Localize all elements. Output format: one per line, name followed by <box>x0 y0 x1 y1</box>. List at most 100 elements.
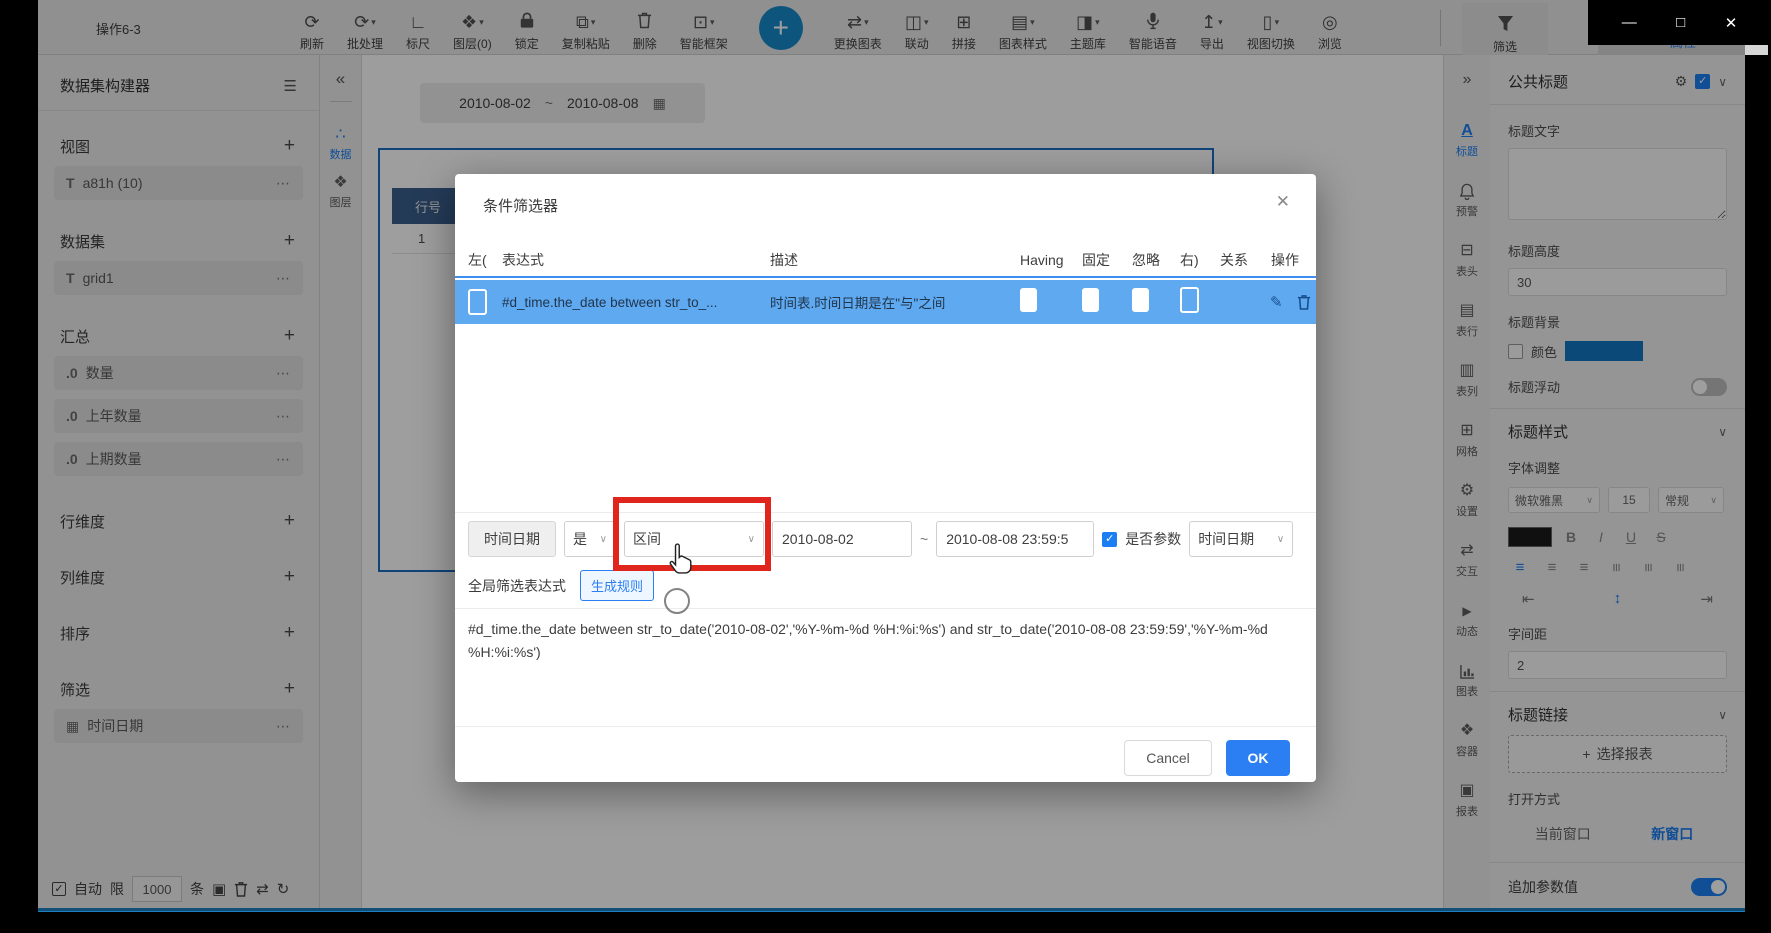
strip-item-grid[interactable]: ⊞ 网格 <box>1456 421 1478 459</box>
add-view-button[interactable]: + <box>758 6 803 50</box>
close-window-button[interactable]: ✕ <box>1725 14 1738 32</box>
title-link-header[interactable]: 标题链接 ∨ <box>1508 704 1727 725</box>
tab-global-expression[interactable]: 全局筛选表达式 <box>468 576 566 596</box>
tab-right-icon[interactable]: ⇥ <box>1700 590 1713 608</box>
strip-item-alert[interactable]: 预警 <box>1456 181 1478 219</box>
copy-paste-button[interactable]: ⧉ ▾ 复制粘贴 <box>562 4 610 52</box>
delete-row-icon[interactable] <box>1297 293 1311 311</box>
collapse-menu-icon[interactable]: ☰ <box>284 77 297 95</box>
filter-item-datetime[interactable]: ▦ 时间日期 ⋯ <box>54 709 303 743</box>
font-family-select[interactable]: 微软雅黑 ∨ <box>1508 487 1600 513</box>
add-col-dim-icon[interactable]: + <box>284 566 295 588</box>
append-param-toggle[interactable] <box>1691 878 1727 896</box>
add-dataset-icon[interactable]: + <box>284 230 295 252</box>
strip-tab-data[interactable]: ∴ 数据 <box>330 124 352 162</box>
export-button[interactable]: ↥ ▾ 导出 <box>1200 4 1224 52</box>
more-icon[interactable]: ⋯ <box>276 408 291 425</box>
add-sort-icon[interactable]: + <box>284 622 295 644</box>
more-icon[interactable]: ⋯ <box>276 718 291 735</box>
operator-select[interactable]: 是 ∨ <box>564 521 616 557</box>
cancel-button[interactable]: Cancel <box>1124 740 1212 776</box>
font-color-swatch[interactable] <box>1508 527 1552 547</box>
title-text-input[interactable] <box>1508 148 1727 220</box>
tab-left-icon[interactable]: ⇤ <box>1522 590 1535 608</box>
measure-item-lastyear[interactable]: .0 上年数量 ⋯ <box>54 399 303 433</box>
change-chart-button[interactable]: ⇄ ▾ 更换图表 <box>834 4 882 52</box>
title-height-input[interactable] <box>1508 268 1727 296</box>
layers-button[interactable]: ❖ ▾ 图层(0) <box>453 4 492 52</box>
having-checkbox[interactable] <box>1020 287 1037 312</box>
title-style-header[interactable]: 标题样式 ∨ <box>1508 421 1727 442</box>
strip-item-table-header[interactable]: ⊟ 表头 <box>1456 241 1478 279</box>
bold-button[interactable]: B <box>1560 529 1582 545</box>
maximize-button[interactable]: □ <box>1676 14 1685 31</box>
vertical-center-icon[interactable]: ↕ <box>1614 590 1622 608</box>
edit-icon[interactable]: ✎ <box>1270 293 1283 311</box>
reload-icon[interactable]: ↻ <box>277 880 290 898</box>
strip-item-report[interactable]: ▣ 报表 <box>1456 781 1478 819</box>
gear-icon[interactable]: ⚙ <box>1675 73 1688 90</box>
tab-generate-rule[interactable]: 生成规则 <box>580 570 655 601</box>
tab-filter[interactable]: 筛选 <box>1462 3 1548 55</box>
select-report-button[interactable]: + 选择报表 <box>1508 735 1727 773</box>
align-center-button[interactable]: ≡ <box>1540 559 1564 576</box>
align-left-button[interactable]: ≡ <box>1508 559 1532 576</box>
ruler-button[interactable]: ∟ 标尺 <box>406 4 430 52</box>
add-view-icon[interactable]: + <box>284 135 295 157</box>
filter-condition-row[interactable]: #d_time.the_date between str_to_... 时间表.… <box>455 280 1316 324</box>
add-filter-icon[interactable]: + <box>284 678 295 700</box>
dataset-item-grid1[interactable]: T grid1 ⋯ <box>54 261 303 295</box>
align-bottom-button[interactable]: ≡ <box>1672 556 1689 580</box>
add-row-dim-icon[interactable]: + <box>284 510 295 532</box>
shuffle-icon[interactable]: ⇄ <box>256 880 269 898</box>
more-icon[interactable]: ⋯ <box>276 175 291 192</box>
font-weight-select[interactable]: 常规 ∨ <box>1658 487 1724 513</box>
chart-style-button[interactable]: ▤ ▾ 图表样式 <box>999 4 1047 52</box>
add-measure-icon[interactable]: + <box>284 325 295 347</box>
ok-button[interactable]: OK <box>1226 740 1290 776</box>
linkage-button[interactable]: ◫ ▾ 联动 <box>905 4 929 52</box>
auto-checkbox[interactable]: ✓ <box>52 882 66 896</box>
measure-item-quantity[interactable]: .0 数量 ⋯ <box>54 356 303 390</box>
strip-item-table-cols[interactable]: ▥ 表列 <box>1456 361 1478 399</box>
align-middle-button[interactable]: ≡ <box>1640 556 1657 580</box>
strip-item-dynamic[interactable]: ▶ 动态 <box>1456 601 1478 639</box>
refresh-button[interactable]: ⟳ 刷新 <box>300 4 324 52</box>
clear-trash-icon[interactable] <box>234 881 248 897</box>
italic-button[interactable]: I <box>1590 529 1612 545</box>
range-type-select[interactable]: 区间 ∨ <box>624 521 764 557</box>
chevron-down-icon[interactable]: ∨ <box>1718 708 1727 722</box>
limit-input[interactable] <box>132 876 182 902</box>
measure-item-lastperiod[interactable]: .0 上期数量 ⋯ <box>54 442 303 476</box>
open-current-window-option[interactable]: 当前窗口 <box>1508 818 1618 850</box>
align-right-button[interactable]: ≡ <box>1572 559 1596 576</box>
view-switch-button[interactable]: ▯ ▾ 视图切换 <box>1247 4 1295 52</box>
strip-item-table-rows[interactable]: ▤ 表行 <box>1456 301 1478 339</box>
param-field-select[interactable]: 时间日期 ∨ <box>1189 521 1294 557</box>
collapse-left-icon[interactable]: « <box>336 69 345 89</box>
expand-right-icon[interactable]: » <box>1463 71 1472 89</box>
delete-button[interactable]: 删除 <box>633 4 657 52</box>
date-end-value[interactable]: 2010-08-08 <box>567 95 639 111</box>
open-new-window-option[interactable]: 新窗口 <box>1618 818 1728 850</box>
sql-preview-icon[interactable]: ▣ <box>212 880 226 898</box>
date-start-value[interactable]: 2010-08-02 <box>459 95 531 111</box>
more-icon[interactable]: ⋯ <box>276 451 291 468</box>
align-top-button[interactable]: ≡ <box>1608 556 1625 580</box>
strikethrough-button[interactable]: S <box>1650 529 1672 545</box>
strip-item-interaction[interactable]: ⇄ 交互 <box>1456 541 1478 579</box>
more-icon[interactable]: ⋯ <box>276 365 291 382</box>
title-float-toggle[interactable] <box>1691 377 1727 396</box>
right-paren-checkbox[interactable] <box>1180 286 1199 313</box>
more-icon[interactable]: ⋯ <box>276 270 291 287</box>
strip-tab-layers[interactable]: ❖ 图层 <box>330 172 352 210</box>
fixed-checkbox[interactable] <box>1082 287 1099 312</box>
bg-color-swatch[interactable] <box>1565 341 1644 361</box>
minimize-button[interactable]: — <box>1622 14 1637 31</box>
smart-frame-button[interactable]: ⊡ ▾ 智能框架 <box>680 4 728 52</box>
chevron-down-icon[interactable]: ∨ <box>1718 425 1727 439</box>
common-title-header[interactable]: 公共标题 ⚙ ✓ ∨ <box>1508 71 1727 92</box>
letter-spacing-input[interactable] <box>1508 651 1727 679</box>
view-item-a81h[interactable]: T a81h (10) ⋯ <box>54 166 303 200</box>
bg-color-checkbox[interactable] <box>1508 343 1523 359</box>
